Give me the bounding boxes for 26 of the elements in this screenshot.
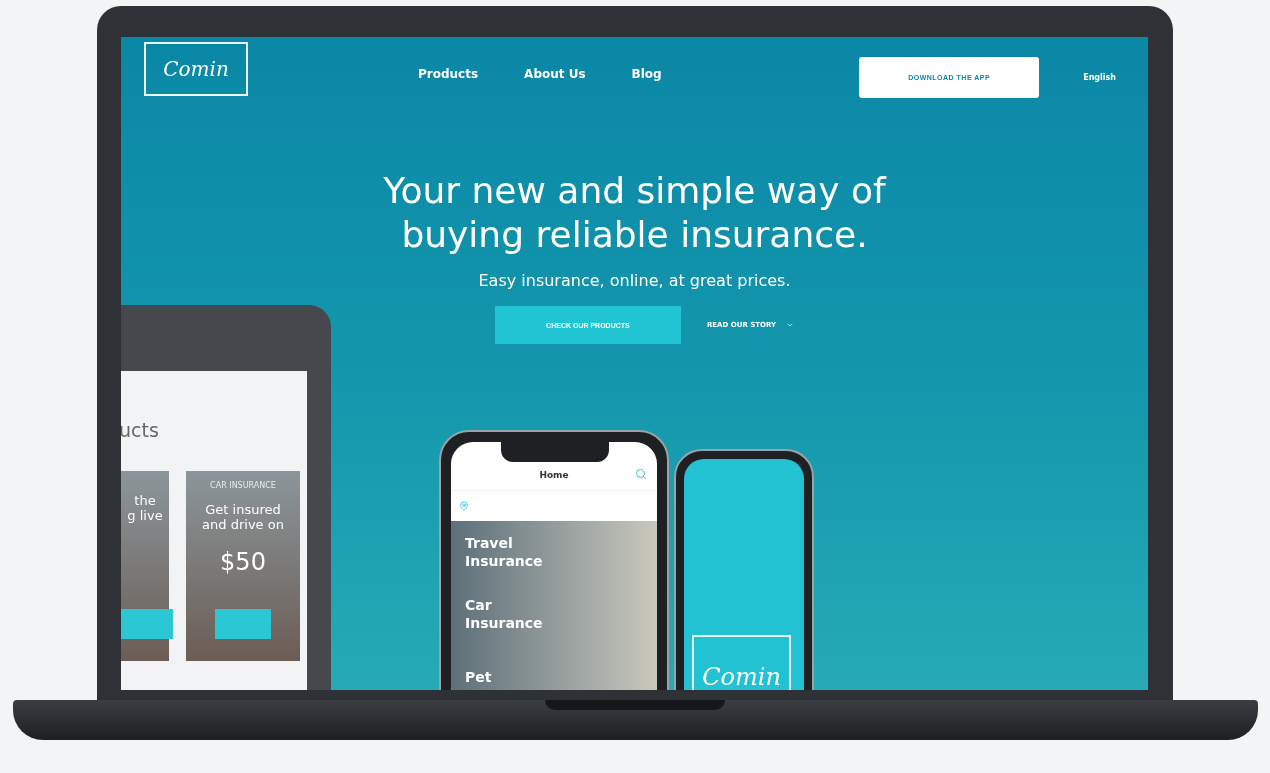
card-title: the bbox=[134, 493, 156, 508]
insurance-tile[interactable]: Pet bbox=[451, 645, 657, 690]
chevron-down-icon bbox=[786, 321, 795, 329]
insurance-tile[interactable]: Car Insurance bbox=[451, 583, 657, 646]
phone-title: Home bbox=[539, 470, 569, 480]
tile-title: Pet bbox=[465, 667, 493, 686]
tile-title: Travel Insurance bbox=[465, 534, 544, 571]
hero-title: Your new and simple way of buying reliable insurance. bbox=[382, 169, 888, 257]
card-title: Get insured bbox=[205, 502, 281, 517]
card-label: CAR INSURANCE bbox=[210, 481, 276, 490]
tile-title: Car Insurance bbox=[465, 596, 544, 633]
language-selector[interactable]: English bbox=[1083, 73, 1116, 82]
card-title: g live bbox=[127, 508, 163, 523]
card-button[interactable] bbox=[121, 609, 173, 639]
logo[interactable]: Comin bbox=[144, 42, 248, 96]
nav-link[interactable]: Blog bbox=[631, 67, 662, 81]
card-button[interactable] bbox=[215, 609, 271, 639]
search-icon[interactable] bbox=[635, 468, 647, 480]
hero-subtitle: Easy insurance, online, at great prices. bbox=[478, 271, 791, 290]
card-title: and drive on bbox=[202, 517, 284, 532]
nav-link[interactable]: About Us bbox=[524, 67, 586, 81]
pin-icon bbox=[459, 501, 469, 511]
tablet-heading: ucts bbox=[121, 419, 160, 441]
card-price: $50 bbox=[220, 548, 266, 576]
insurance-tile[interactable]: Travel Insurance bbox=[451, 521, 657, 584]
nav-link[interactable]: Products bbox=[418, 67, 479, 81]
